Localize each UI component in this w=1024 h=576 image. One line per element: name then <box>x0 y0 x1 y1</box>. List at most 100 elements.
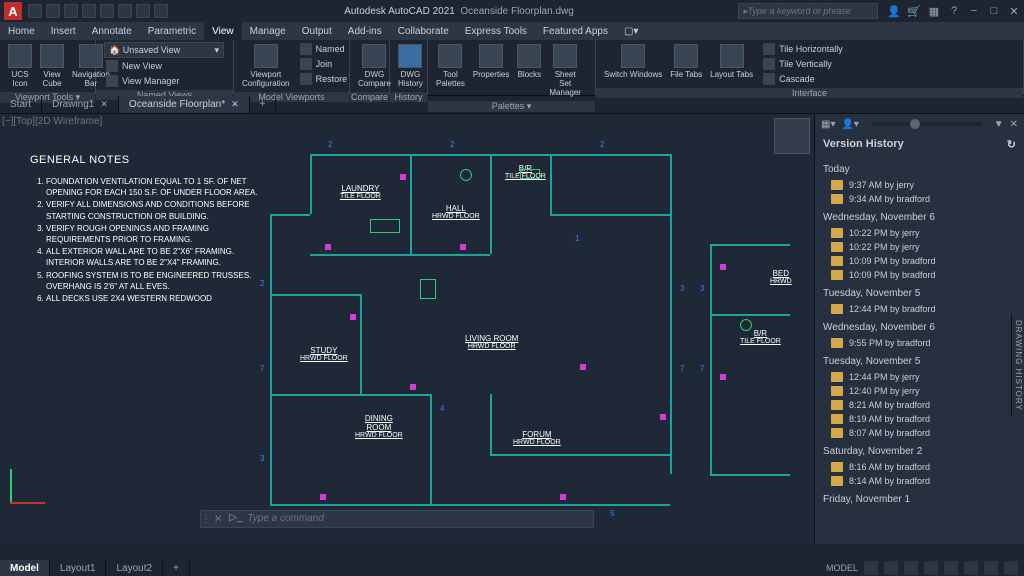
history-entry[interactable]: 10:22 PM by jerry <box>823 226 1016 240</box>
osnap-toggle-icon[interactable] <box>944 561 958 575</box>
qat-undo-icon[interactable] <box>118 4 132 18</box>
tab-layout2[interactable]: Layout2 <box>106 560 163 576</box>
ortho-toggle-icon[interactable] <box>904 561 918 575</box>
tab-featured[interactable]: Featured Apps <box>535 22 616 40</box>
history-entry[interactable]: 12:40 PM by jerry <box>823 384 1016 398</box>
tab-layout1[interactable]: Layout1 <box>50 560 107 576</box>
close-panel-icon[interactable]: ✕ <box>1010 119 1018 130</box>
viewcube-button[interactable]: View Cube <box>36 42 68 90</box>
history-entry[interactable]: 10:09 PM by bradford <box>823 268 1016 282</box>
history-entry[interactable]: 10:22 PM by jerry <box>823 240 1016 254</box>
history-entry[interactable]: 8:19 AM by bradford <box>823 412 1016 426</box>
qat-share-icon[interactable] <box>154 4 168 18</box>
history-slider[interactable] <box>871 122 982 126</box>
named-view-combo[interactable]: 🏠 Unsaved View▾ <box>104 42 224 58</box>
switch-windows-button[interactable]: Switch Windows <box>600 42 666 81</box>
ucs-icon-button[interactable]: UCS Icon <box>4 42 36 90</box>
qat-redo-icon[interactable] <box>136 4 150 18</box>
properties-button[interactable]: Properties <box>469 42 513 81</box>
tab-start[interactable]: Start <box>0 96 42 113</box>
grip-icon[interactable]: ⋮⋮ <box>201 514 211 525</box>
blocks-button[interactable]: Blocks <box>513 42 545 81</box>
new-view-button[interactable]: New View <box>104 59 225 73</box>
drawing-history-side-tab[interactable]: DRAWING HISTORY <box>1011 314 1024 417</box>
history-entry[interactable]: 9:55 PM by bradford <box>823 336 1016 350</box>
file-tabs-button[interactable]: File Tabs <box>666 42 706 81</box>
tool-palettes-button[interactable]: Tool Palettes <box>432 42 469 90</box>
group-palettes[interactable]: Palettes ▾ <box>428 101 595 112</box>
help-search[interactable]: ▸ Type a keyword or phrase <box>738 3 878 19</box>
tab-extra[interactable]: ▢▾ <box>616 22 646 40</box>
tile-vertical-button[interactable]: Tile Vertically <box>761 57 845 71</box>
tab-home[interactable]: Home <box>0 22 43 40</box>
filter-view-icon[interactable]: ▦▾ <box>821 119 835 130</box>
minimize-icon[interactable]: − <box>968 5 980 17</box>
app-logo[interactable]: A <box>4 2 22 20</box>
cart-icon[interactable]: 🛒 <box>908 5 920 17</box>
grid-toggle-icon[interactable] <box>864 561 878 575</box>
maximize-icon[interactable]: □ <box>988 5 1000 17</box>
history-entry[interactable]: 8:21 AM by bradford <box>823 398 1016 412</box>
tab-add[interactable]: + <box>250 96 277 113</box>
tab-addins[interactable]: Add-ins <box>340 22 390 40</box>
qat-new-icon[interactable] <box>28 4 42 18</box>
help-icon[interactable]: ? <box>948 5 960 17</box>
viewport-controls[interactable]: [−][Top][2D Wireframe] <box>2 116 102 127</box>
vp-named-button[interactable]: Named <box>298 42 350 56</box>
tab-collaborate[interactable]: Collaborate <box>390 22 457 40</box>
tile-horizontal-button[interactable]: Tile Horizontally <box>761 42 845 56</box>
tab-add-layout[interactable]: + <box>163 560 190 576</box>
refresh-icon[interactable]: ↻ <box>1007 138 1016 151</box>
vp-restore-button[interactable]: Restore <box>298 72 350 86</box>
tab-parametric[interactable]: Parametric <box>140 22 204 40</box>
history-entry[interactable]: 12:44 PM by bradford <box>823 302 1016 316</box>
qat-open-icon[interactable] <box>46 4 60 18</box>
close-icon[interactable]: ✕ <box>1008 5 1020 17</box>
history-list[interactable]: Today9:37 AM by jerry9:34 AM by bradford… <box>815 154 1024 544</box>
snap-toggle-icon[interactable] <box>884 561 898 575</box>
history-entry[interactable]: 9:34 AM by bradford <box>823 192 1016 206</box>
sheetset-button[interactable]: Sheet Set Manager <box>545 42 585 99</box>
qat-plot-icon[interactable] <box>100 4 114 18</box>
close-cmd-icon[interactable]: ✕ <box>211 514 225 525</box>
history-entry[interactable]: 12:44 PM by jerry <box>823 370 1016 384</box>
filter-icon[interactable]: ▼ <box>994 119 1004 130</box>
qat-save-icon[interactable] <box>64 4 78 18</box>
drawing-canvas[interactable]: [−][Top][2D Wireframe] GENERAL NOTES FOU… <box>0 114 814 544</box>
customize-icon[interactable] <box>1004 561 1018 575</box>
dwg-compare-button[interactable]: DWG Compare <box>354 42 395 90</box>
tab-output[interactable]: Output <box>294 22 340 40</box>
view-manager-button[interactable]: View Manager <box>104 74 225 88</box>
history-entry[interactable]: 10:09 PM by bradford <box>823 254 1016 268</box>
tab-view[interactable]: View <box>204 22 242 40</box>
tab-annotate[interactable]: Annotate <box>84 22 140 40</box>
tab-drawing1[interactable]: Drawing1✕ <box>42 96 119 113</box>
vp-config-button[interactable]: Viewport Configuration <box>238 42 294 90</box>
tab-manage[interactable]: Manage <box>242 22 294 40</box>
tab-express[interactable]: Express Tools <box>457 22 535 40</box>
model-toggle[interactable]: MODEL <box>826 563 858 573</box>
tab-model[interactable]: Model <box>0 560 50 576</box>
command-line[interactable]: ⋮⋮ ✕ ▷_ Type a command <box>200 510 594 528</box>
cascade-button[interactable]: Cascade <box>761 72 845 86</box>
history-entry[interactable]: 8:14 AM by bradford <box>823 474 1016 488</box>
close-tab-icon[interactable]: ✕ <box>100 99 108 110</box>
user-filter-icon[interactable]: 👤▾ <box>841 119 858 130</box>
tab-oceanside[interactable]: Oceanside Floorplan*✕ <box>119 96 250 113</box>
qat-saveas-icon[interactable] <box>82 4 96 18</box>
polar-toggle-icon[interactable] <box>924 561 938 575</box>
history-entry[interactable]: 8:07 AM by bradford <box>823 426 1016 440</box>
apps-icon[interactable]: ▦ <box>928 5 940 17</box>
dwg-history-button[interactable]: DWG History <box>394 42 427 90</box>
view-cube[interactable] <box>774 118 810 154</box>
workspace-icon[interactable] <box>984 561 998 575</box>
history-entry[interactable]: 8:16 AM by bradford <box>823 460 1016 474</box>
signin-icon[interactable]: 👤 <box>888 5 900 17</box>
close-tab-icon[interactable]: ✕ <box>231 99 239 110</box>
tab-insert[interactable]: Insert <box>43 22 84 40</box>
layout-tabs-button[interactable]: Layout Tabs <box>706 42 757 81</box>
anno-toggle-icon[interactable] <box>964 561 978 575</box>
history-entry[interactable]: 9:37 AM by jerry <box>823 178 1016 192</box>
ucs-icon[interactable] <box>10 464 50 504</box>
vp-join-button[interactable]: Join <box>298 57 350 71</box>
